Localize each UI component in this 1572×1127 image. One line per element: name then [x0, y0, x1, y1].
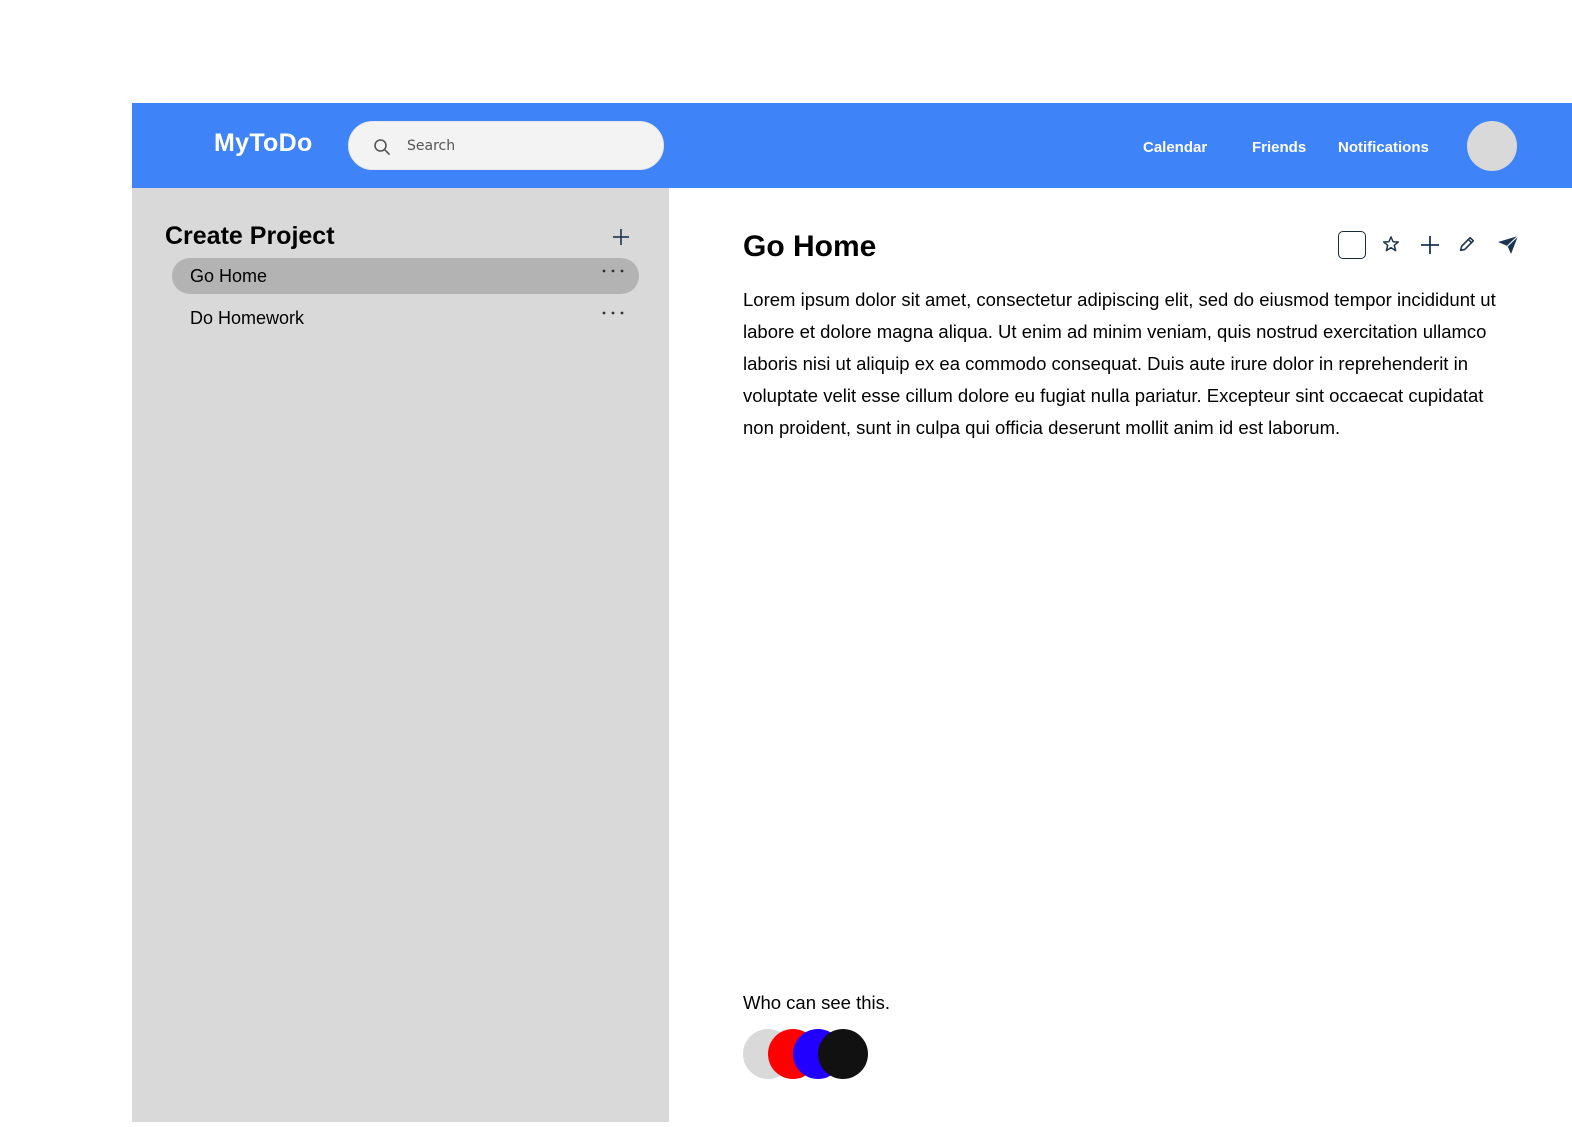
- nav-calendar-link[interactable]: Calendar: [1143, 139, 1207, 156]
- project-sidebar: Create Project Go Home Do Homework: [132, 188, 669, 1122]
- task-detail-panel: Go Home Lorem ipsum dolor sit amet, cons…: [669, 188, 1572, 1122]
- search-box[interactable]: [348, 121, 664, 170]
- brand-logo[interactable]: MyToDo: [214, 129, 313, 158]
- task-title: Go Home: [743, 230, 877, 263]
- task-description: Lorem ipsum dolor sit amet, consectetur …: [743, 289, 1496, 438]
- viewer-avatar-group[interactable]: [743, 1029, 893, 1079]
- nav-friends-link[interactable]: Friends: [1252, 139, 1306, 156]
- search-icon: [374, 139, 390, 155]
- top-nav-bar: MyToDo Calendar Friends Notifications: [132, 103, 1572, 188]
- plus-icon[interactable]: [1420, 235, 1440, 255]
- app-window: MyToDo Calendar Friends Notifications Cr…: [132, 103, 1572, 1122]
- create-project-heading: Create Project: [165, 222, 335, 250]
- star-icon[interactable]: [1382, 235, 1400, 253]
- project-item-label: Go Home: [190, 266, 268, 286]
- search-input[interactable]: [407, 134, 637, 158]
- visibility-label: Who can see this.: [743, 992, 891, 1013]
- pencil-icon[interactable]: [1458, 235, 1476, 253]
- nav-notifications-link[interactable]: Notifications: [1338, 139, 1429, 156]
- viewer-avatar[interactable]: [818, 1029, 868, 1079]
- add-project-icon[interactable]: [611, 227, 631, 247]
- user-avatar[interactable]: [1467, 121, 1517, 171]
- send-icon[interactable]: [1497, 235, 1519, 255]
- project-item-go-home[interactable]: Go Home: [172, 258, 639, 294]
- project-item-do-homework[interactable]: Do Homework: [172, 300, 639, 336]
- more-options-icon[interactable]: [601, 305, 625, 321]
- more-options-icon[interactable]: [601, 263, 625, 279]
- project-item-label: Do Homework: [190, 308, 305, 328]
- checkbox-icon[interactable]: [1338, 231, 1366, 259]
- task-toolbar: [1338, 230, 1528, 262]
